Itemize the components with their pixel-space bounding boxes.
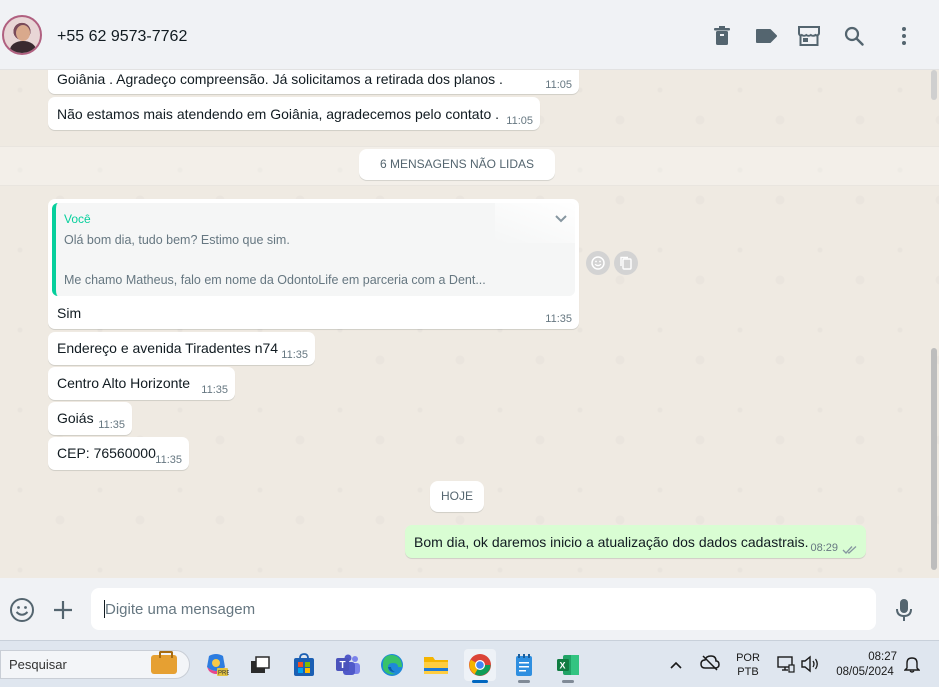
volume-icon[interactable]: [800, 655, 820, 678]
emoji-reaction-icon[interactable]: [586, 251, 610, 275]
message-time: 11:35: [545, 313, 572, 325]
trash-icon[interactable]: [710, 24, 734, 48]
message-text: Centro Alto Horizonte: [57, 375, 191, 391]
forward-icon[interactable]: [614, 251, 638, 275]
message-time: 11:35: [281, 349, 308, 361]
message-time: 11:35: [201, 384, 228, 396]
date-divider: HOJE: [430, 481, 484, 512]
chevron-up-icon[interactable]: [669, 657, 683, 675]
language-bottom: PTB: [737, 666, 759, 678]
message-bubble[interactable]: Endereço e avenida Tiradentes n74 11:35: [48, 332, 315, 365]
svg-text:T: T: [340, 660, 346, 671]
network-icon[interactable]: [777, 655, 795, 678]
briefcase-icon: [151, 651, 177, 674]
store-icon[interactable]: [797, 24, 821, 48]
clock-date: 08/05/2024: [836, 666, 894, 678]
taskbar-search-label: Pesquisar: [9, 657, 67, 672]
clock[interactable]: 08:27 08/05/2024: [831, 650, 899, 680]
microphone-icon[interactable]: [891, 597, 917, 623]
message-text: Goiânia . Agradeço compreensão. Já solic…: [57, 71, 503, 87]
emoji-icon[interactable]: [9, 597, 35, 623]
outgoing-message-bubble[interactable]: Bom dia, ok daremos inicio a atualização…: [405, 525, 866, 558]
text-caret: [104, 600, 105, 618]
message-text: Não estamos mais atendendo em Goiânia, a…: [57, 106, 500, 122]
copilot-icon[interactable]: PRE: [200, 649, 232, 681]
menu-icon[interactable]: [892, 24, 916, 48]
chevron-down-icon[interactable]: [553, 211, 569, 227]
cloud-off-icon[interactable]: [700, 654, 720, 677]
notepad-icon[interactable]: [508, 649, 540, 683]
unread-messages-badge: 6 MENSAGENS NÃO LIDAS: [359, 149, 555, 180]
contact-avatar[interactable]: [2, 15, 42, 55]
message-text: Endereço e avenida Tiradentes n74: [57, 340, 279, 356]
quote-text-line-2: Me chamo Matheus, falo em nome da Odonto…: [64, 273, 486, 287]
excel-icon[interactable]: X: [552, 649, 584, 683]
taskbar-search[interactable]: Pesquisar: [0, 650, 190, 679]
teams-icon[interactable]: T: [332, 649, 364, 681]
message-bubble[interactable]: Goiás 11:35: [48, 402, 132, 435]
message-input[interactable]: [91, 588, 876, 630]
message-bubble[interactable]: CEP: 76560000 11:35: [48, 437, 189, 470]
chat-panel[interactable]: Goiânia . Agradeço compreensão. Já solic…: [0, 70, 939, 578]
message-bubble[interactable]: Goiânia . Agradeço compreensão. Já solic…: [48, 70, 579, 94]
notification-bell-icon[interactable]: [903, 655, 921, 678]
double-check-read-icon: [842, 542, 858, 558]
quote-text-line-1: Olá bom dia, tudo bem? Estimo que sim.: [64, 233, 290, 247]
message-time: 11:35: [155, 454, 182, 466]
search-icon[interactable]: [842, 24, 866, 48]
scrollbar-track: [931, 70, 937, 100]
store-app-icon[interactable]: [288, 649, 320, 681]
message-text: Goiás: [57, 410, 94, 426]
clock-time: 08:27: [868, 651, 897, 663]
attach-plus-icon[interactable]: [50, 597, 76, 623]
svg-text:PRE: PRE: [218, 671, 229, 677]
message-time: 11:35: [98, 419, 125, 431]
chat-header: +55 62 9573-7762: [0, 0, 939, 70]
reply-message-bubble[interactable]: Você Olá bom dia, tudo bem? Estimo que s…: [48, 199, 579, 329]
message-bubble[interactable]: Centro Alto Horizonte 11:35: [48, 367, 235, 400]
message-time: 11:05: [545, 79, 572, 91]
windows-taskbar: Pesquisar PRE T X POR PTB 08:27 08/05/20…: [0, 640, 939, 687]
language-indicator[interactable]: POR PTB: [733, 651, 763, 679]
language-top: POR: [736, 652, 760, 664]
edge-icon[interactable]: [376, 649, 408, 681]
scrollbar-thumb[interactable]: [931, 348, 937, 570]
label-icon[interactable]: [754, 24, 778, 48]
message-composer: [0, 578, 939, 640]
chrome-icon[interactable]: [464, 649, 496, 683]
svg-text:X: X: [560, 661, 566, 671]
message-time: 08:29: [810, 542, 838, 554]
message-bubble[interactable]: Não estamos mais atendendo em Goiânia, a…: [48, 97, 540, 130]
task-view-icon[interactable]: [244, 649, 276, 681]
message-time: 11:05: [506, 115, 533, 127]
message-text: CEP: 76560000: [57, 445, 156, 461]
message-text: Bom dia, ok daremos inicio a atualização…: [414, 534, 809, 550]
file-explorer-icon[interactable]: [420, 649, 452, 681]
quote-author: Você: [64, 212, 91, 226]
quoted-message[interactable]: Você Olá bom dia, tudo bem? Estimo que s…: [52, 203, 575, 296]
contact-name[interactable]: +55 62 9573-7762: [57, 28, 187, 46]
message-text: Sim: [57, 305, 82, 321]
